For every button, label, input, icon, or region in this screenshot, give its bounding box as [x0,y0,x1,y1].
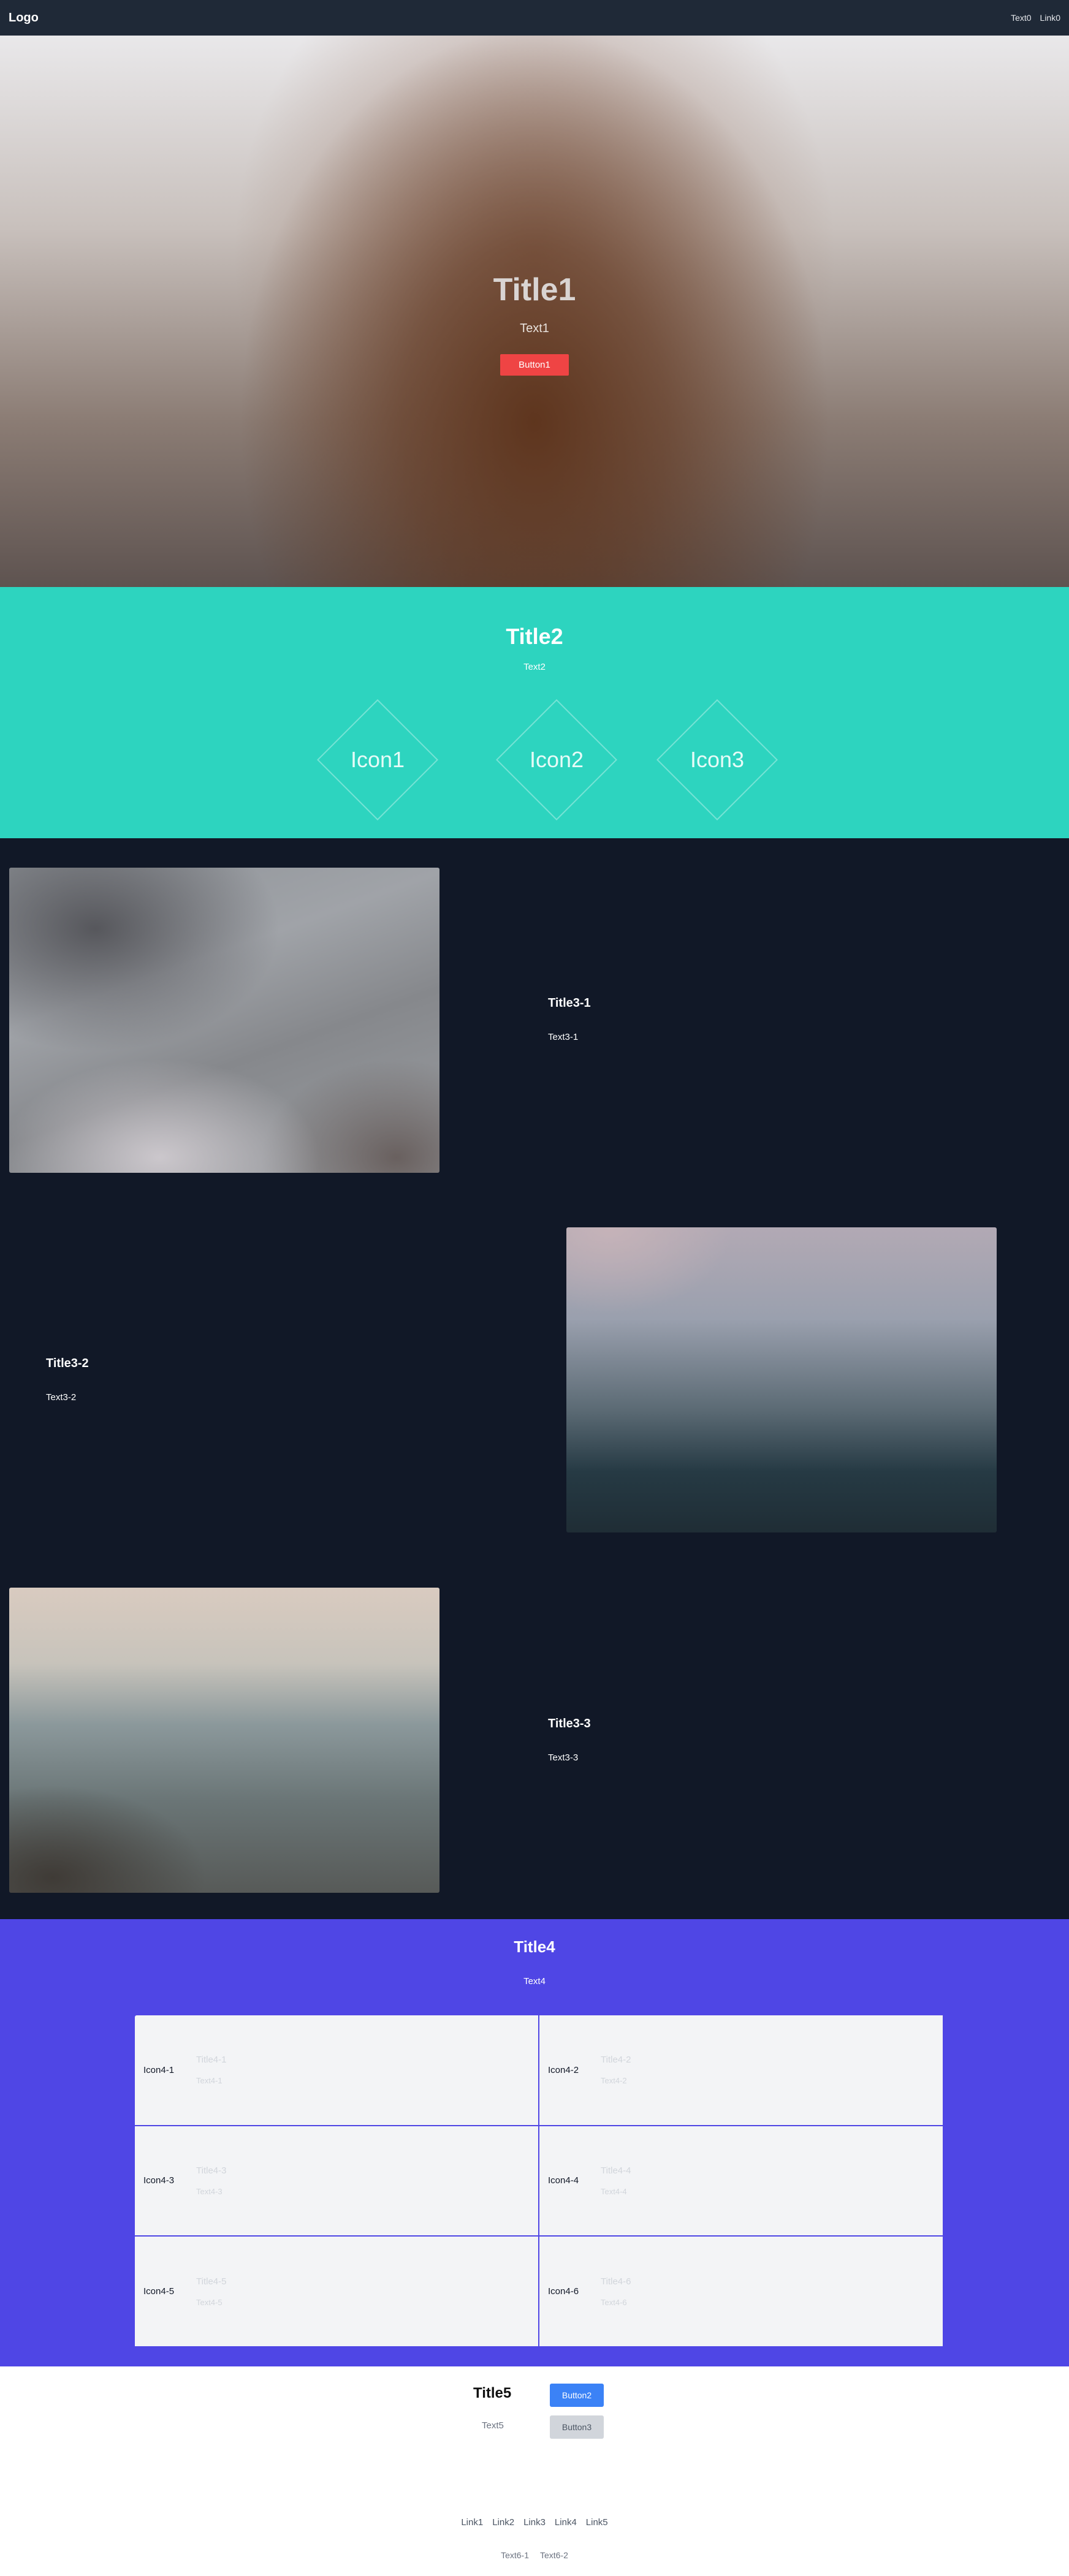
section4-title: Title4 [514,1938,555,1956]
feature-title-1: Title3-1 [548,996,591,1010]
cta-footer-section: Title5 Text5 Button2 Button3 Link1 Link2… [0,2366,1069,2576]
icon1-label: Icon1 [350,747,405,772]
card-text: Text4-2 [601,2076,627,2086]
section5-title: Title5 [473,2385,512,2401]
feature-text-2: Text3-2 [46,1392,77,1403]
hero-section: Title1 Text1 Button1 [0,36,1069,587]
cards-grid: Icon4-1 Title4-1 Text4-1 Icon4-2 Title4-2… [135,2015,943,2346]
footer-link-4[interactable]: Link4 [555,2517,577,2528]
features-section: Title3-1 Text3-1 Title3-2 Text3-2 Title3… [0,838,1069,1919]
top-navbar: Logo Text0 Link0 [0,0,1069,36]
section5-text: Text5 [482,2420,504,2431]
hero-title: Title1 [493,272,576,308]
card-text: Text4-4 [601,2186,627,2196]
nav-text: Text0 [1011,13,1032,23]
icon2-label: Icon2 [529,747,584,772]
card-text: Text4-5 [196,2297,223,2307]
card-icon-broken-image: Icon4-3 [143,2175,175,2186]
card-title: Title4-3 [196,2165,227,2176]
feature-text-3: Text3-3 [548,1752,579,1763]
feature-image-1 [9,868,439,1173]
card: Icon4-6 Title4-6 Text4-6 [539,2237,943,2346]
card-icon-broken-image: Icon4-2 [548,2064,579,2075]
card: Icon4-2 Title4-2 Text4-2 [539,2015,943,2125]
card-title: Title4-6 [601,2276,631,2287]
footer-link-1[interactable]: Link1 [461,2517,483,2528]
card-text: Text4-3 [196,2186,223,2196]
footer-link-2[interactable]: Link2 [492,2517,514,2528]
feature-text-1: Text3-1 [548,1032,579,1042]
feature-image-2 [566,1227,997,1532]
card-text: Text4-1 [196,2076,223,2086]
footer-link-3[interactable]: Link3 [523,2517,546,2528]
card: Icon4-1 Title4-1 Text4-1 [135,2015,538,2125]
card-text: Text4-6 [601,2297,627,2307]
card-title: Title4-2 [601,2055,631,2066]
primary-button[interactable]: Button2 [550,2384,604,2407]
card: Icon4-4 Title4-4 Text4-4 [539,2126,943,2236]
feature-title-2: Title3-2 [46,1357,89,1370]
footer-link-5[interactable]: Link5 [586,2517,608,2528]
footer-text-1: Text6-1 [501,2550,529,2560]
card: Icon4-3 Title4-3 Text4-3 [135,2126,538,2236]
card-icon-broken-image: Icon4-5 [143,2286,175,2297]
nav-right: Text0 Link0 [1011,13,1060,23]
diamond-icon-3: Icon3 [656,699,778,821]
card-title: Title4-4 [601,2165,631,2176]
card-icon-broken-image: Icon4-4 [548,2175,579,2186]
section2-text: Text2 [523,662,546,672]
icon3-label: Icon3 [690,747,745,772]
icons-section: Title2 Text2 Icon1 Icon2 Icon3 [0,587,1069,838]
secondary-button[interactable]: Button3 [550,2415,604,2439]
card-title: Title4-5 [196,2276,227,2287]
cards-section: Title4 Text4 Icon4-1 Title4-1 Text4-1 Ico… [0,1919,1069,2366]
card: Icon4-5 Title4-5 Text4-5 [135,2237,538,2346]
feature-image-3 [9,1588,439,1893]
footer-links: Link1 Link2 Link3 Link4 Link5 [0,2517,1069,2528]
card-title: Title4-1 [196,2055,227,2066]
footer-text-2: Text6-2 [540,2550,568,2560]
card-icon-broken-image: Icon4-1 [143,2064,175,2075]
section4-text: Text4 [523,1976,546,1987]
card-icon-broken-image: Icon4-6 [548,2286,579,2297]
nav-link[interactable]: Link0 [1040,13,1060,23]
feature-title-3: Title3-3 [548,1717,591,1730]
diamond-icon-1: Icon1 [316,699,439,821]
diamond-icon-2: Icon2 [495,699,618,821]
logo[interactable]: Logo [9,11,39,25]
hero-text: Text1 [520,322,549,335]
section2-title: Title2 [506,624,563,649]
hero-button[interactable]: Button1 [500,354,569,376]
footer-texts: Text6-1 Text6-2 [0,2550,1069,2560]
